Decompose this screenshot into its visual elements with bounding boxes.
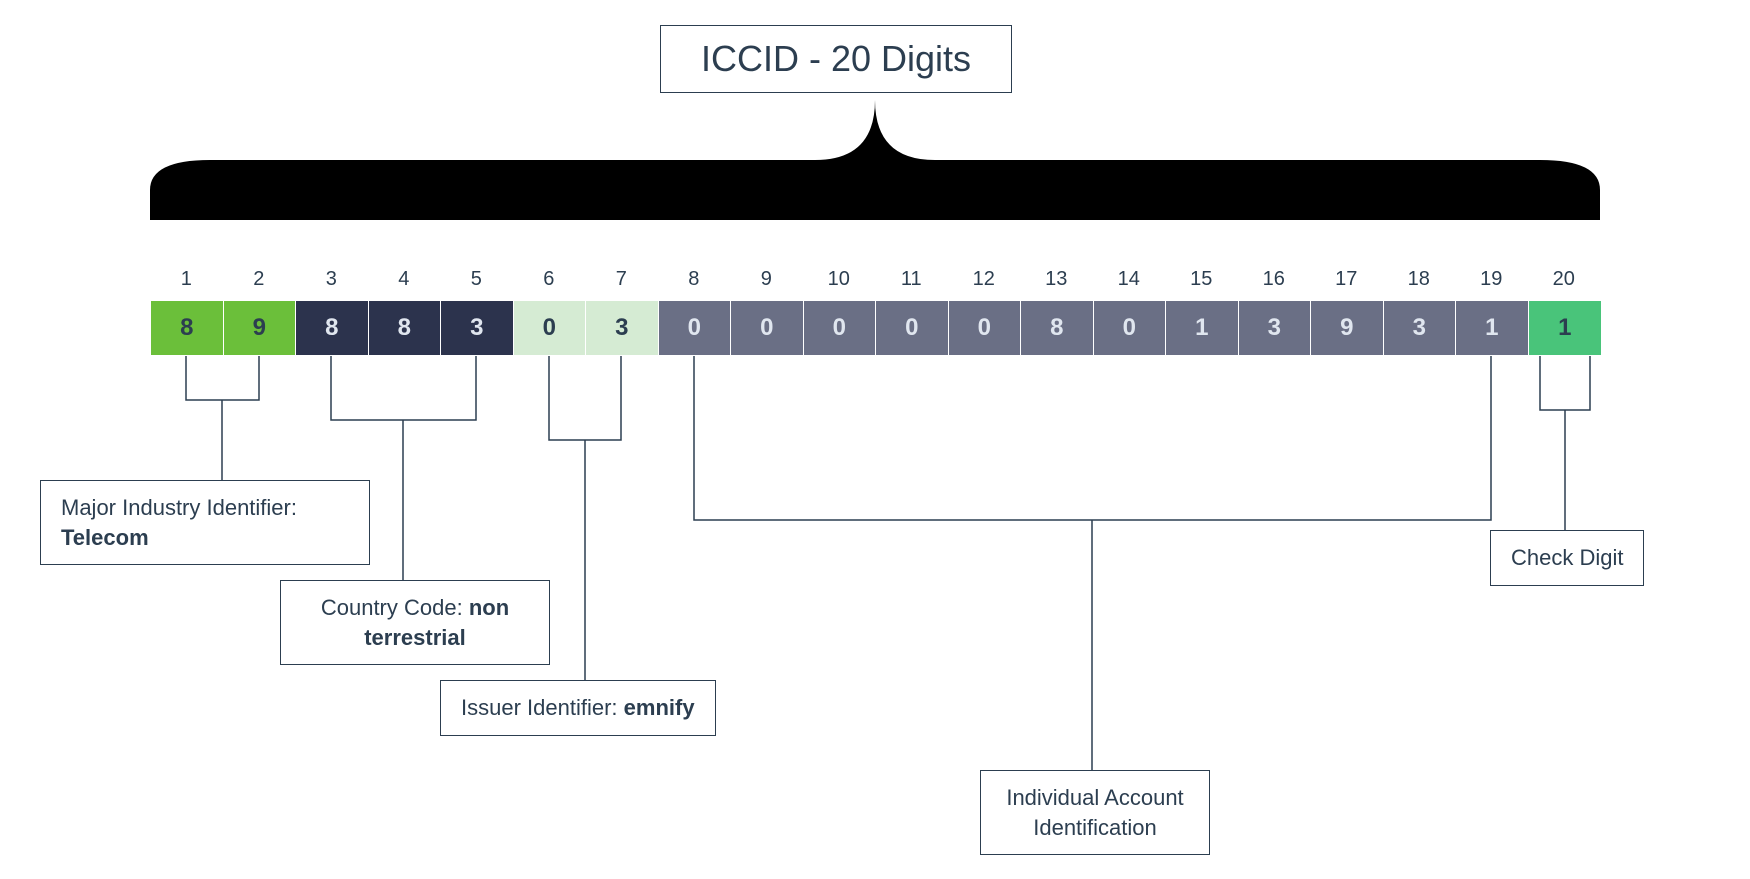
digit-cell-10: 0 <box>804 301 877 355</box>
pos-label-17: 17 <box>1310 268 1383 291</box>
label-check: Check Digit <box>1490 530 1644 586</box>
pos-label-16: 16 <box>1238 268 1311 291</box>
label-mii-text: Major Industry Identifier: <box>61 495 297 520</box>
diagram-title: ICCID - 20 Digits <box>660 25 1012 93</box>
digit-cell-5: 3 <box>441 301 514 355</box>
digit-cell-8: 0 <box>659 301 732 355</box>
pos-label-15: 15 <box>1165 268 1238 291</box>
digit-cell-13: 8 <box>1021 301 1094 355</box>
pos-label-13: 13 <box>1020 268 1093 291</box>
pos-label-20: 20 <box>1528 268 1601 291</box>
digit-cell-18: 3 <box>1384 301 1457 355</box>
label-iin-text: Issuer Identifier: <box>461 695 618 720</box>
pos-label-7: 7 <box>585 268 658 291</box>
label-iin: Issuer Identifier: emnify <box>440 680 716 736</box>
digit-row: 8 9 8 8 3 0 3 0 0 0 0 0 8 0 1 3 9 3 1 1 <box>150 300 1602 356</box>
label-check-text: Check Digit <box>1511 545 1623 570</box>
pos-label-8: 8 <box>658 268 731 291</box>
digit-cell-15: 1 <box>1166 301 1239 355</box>
digit-cell-19: 1 <box>1456 301 1529 355</box>
label-mii-value: Telecom <box>61 525 149 550</box>
pos-label-18: 18 <box>1383 268 1456 291</box>
pos-label-5: 5 <box>440 268 513 291</box>
pos-label-9: 9 <box>730 268 803 291</box>
digit-cell-1: 8 <box>151 301 224 355</box>
label-iai-text: Individual Account Identification <box>1006 785 1183 840</box>
digit-cell-7: 3 <box>586 301 659 355</box>
digit-cell-12: 0 <box>949 301 1022 355</box>
label-cc-text: Country Code: <box>321 595 463 620</box>
digit-cell-17: 9 <box>1311 301 1384 355</box>
pos-label-10: 10 <box>803 268 876 291</box>
digit-cell-3: 8 <box>296 301 369 355</box>
pos-label-12: 12 <box>948 268 1021 291</box>
pos-label-3: 3 <box>295 268 368 291</box>
digit-cell-14: 0 <box>1094 301 1167 355</box>
pos-label-4: 4 <box>368 268 441 291</box>
pos-label-2: 2 <box>223 268 296 291</box>
digit-cell-11: 0 <box>876 301 949 355</box>
label-iai: Individual Account Identification <box>980 770 1210 855</box>
digit-cell-9: 0 <box>731 301 804 355</box>
digit-cell-6: 0 <box>514 301 587 355</box>
pos-label-1: 1 <box>150 268 223 291</box>
digit-cell-20: 1 <box>1529 301 1602 355</box>
pos-label-19: 19 <box>1455 268 1528 291</box>
label-mii: Major Industry Identifier: Telecom <box>40 480 370 565</box>
pos-label-11: 11 <box>875 268 948 291</box>
digit-cell-4: 8 <box>369 301 442 355</box>
label-cc: Country Code: non terrestrial <box>280 580 550 665</box>
pos-label-6: 6 <box>513 268 586 291</box>
pos-label-14: 14 <box>1093 268 1166 291</box>
label-iin-value: emnify <box>624 695 695 720</box>
digit-cell-2: 9 <box>224 301 297 355</box>
digit-cell-16: 3 <box>1239 301 1312 355</box>
top-brace <box>150 100 1600 220</box>
